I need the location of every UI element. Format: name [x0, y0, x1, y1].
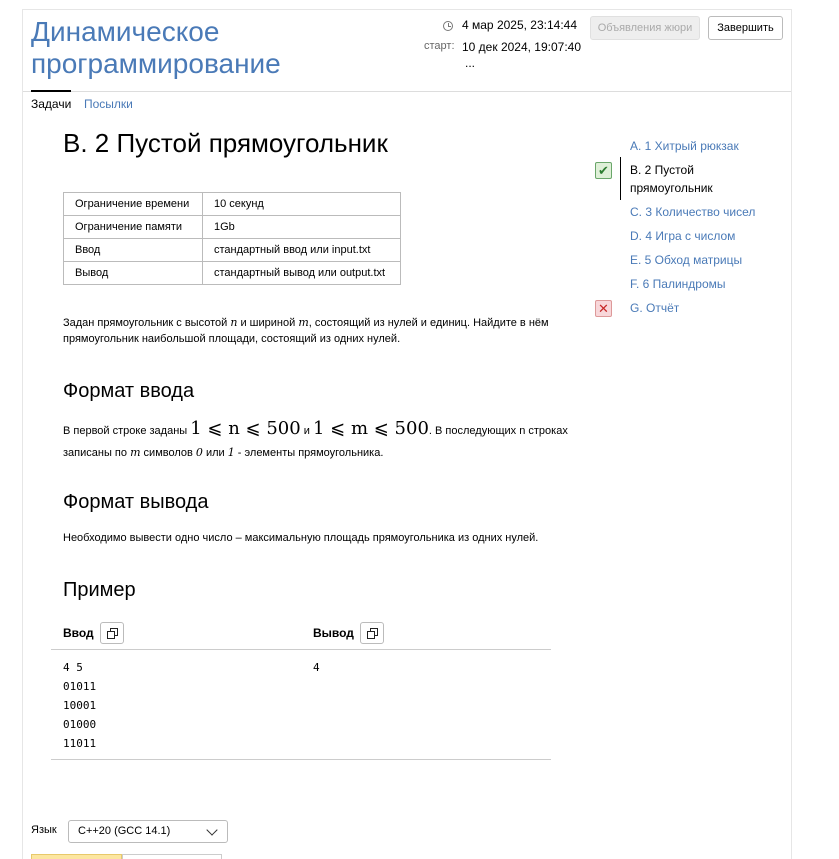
- limit-value: стандартный ввод или input.txt: [202, 238, 401, 262]
- table-row: Ограничение памяти 1Gb: [63, 215, 401, 239]
- limit-value: 10 секунд: [202, 192, 401, 216]
- contest-title: Динамическое программирование: [31, 16, 281, 79]
- language-label: Язык: [31, 824, 57, 836]
- tab-submissions[interactable]: Посылки: [84, 97, 133, 111]
- sidebar-item-b-line2[interactable]: прямоугольник: [630, 179, 713, 197]
- input-format-text: В первой строке заданы 1 ⩽ n ⩽ 500 и 1 ⩽…: [63, 418, 573, 464]
- input-format-heading: Формат ввода: [63, 380, 195, 402]
- char-one: 1: [227, 446, 235, 459]
- submit-tab-text[interactable]: [122, 854, 222, 859]
- output-format-heading: Формат вывода: [63, 491, 209, 513]
- input-text: или: [202, 447, 228, 459]
- copy-output-button[interactable]: [360, 622, 384, 644]
- start-label: старт:: [424, 40, 455, 52]
- example-divider-bottom: [51, 759, 551, 760]
- input-text: символов: [140, 447, 196, 459]
- input-text: и: [300, 425, 313, 437]
- sidebar-item-f[interactable]: F. 6 Палиндромы: [630, 275, 726, 293]
- limit-key: Ограничение памяти: [63, 215, 203, 239]
- accepted-check-icon: ✔: [595, 162, 612, 179]
- start-time: 10 дек 2024, 19:07:40: [462, 40, 582, 54]
- clock-icon: [443, 21, 453, 31]
- example-input: 4 5 01011 10001 01000 11011: [63, 661, 97, 750]
- limit-key: Ввод: [63, 238, 203, 262]
- jury-announcements-button[interactable]: Объявления жюри: [590, 16, 700, 40]
- example-output-label: Вывод: [313, 626, 354, 640]
- ellipsis-more[interactable]: ...: [465, 56, 475, 70]
- limit-value: стандартный вывод или output.txt: [202, 261, 401, 285]
- copy-icon-front: [367, 631, 375, 639]
- sidebar-item-a[interactable]: A. 1 Хитрый рюкзак: [630, 137, 739, 155]
- table-row: Вывод стандартный вывод или output.txt: [63, 261, 401, 285]
- limits-table: Ограничение времени 10 секунд Ограничени…: [63, 192, 401, 285]
- tab-tasks[interactable]: Задачи: [31, 97, 71, 111]
- statement-text: и шириной: [237, 317, 299, 329]
- language-select[interactable]: C++20 (GCC 14.1): [68, 820, 228, 843]
- copy-input-button[interactable]: [100, 622, 124, 644]
- sidebar-item-e[interactable]: E. 5 Обход матрицы: [630, 251, 742, 269]
- example-output: 4: [313, 661, 320, 674]
- header-divider: [23, 91, 791, 92]
- active-problem-indicator: [620, 157, 621, 200]
- current-time: 4 мар 2025, 23:14:44: [462, 18, 578, 32]
- finish-button[interactable]: Завершить: [708, 16, 783, 40]
- example-heading: Пример: [63, 579, 136, 601]
- statement-text: Задан прямоугольник с высотой: [63, 317, 231, 329]
- problem-title: B. 2 Пустой прямоугольник: [63, 128, 388, 158]
- input-text: В первой строке заданы: [63, 425, 191, 437]
- sidebar-item-b[interactable]: B. 2 Пустой: [630, 161, 694, 179]
- limit-value: 1Gb: [202, 215, 401, 239]
- example-input-label: Ввод: [63, 626, 94, 640]
- sidebar-item-g[interactable]: G. Отчёт: [630, 299, 679, 317]
- limit-key: Ограничение времени: [63, 192, 203, 216]
- sidebar-item-d[interactable]: D. 4 Игра с числом: [630, 227, 735, 245]
- sidebar-item-c[interactable]: C. 3 Количество чисел: [630, 203, 755, 221]
- input-text: - элементы прямоугольника.: [234, 447, 384, 459]
- table-row: Ограничение времени 10 секунд: [63, 192, 401, 216]
- submit-tab-file[interactable]: [31, 854, 122, 859]
- active-tab-indicator: [31, 90, 71, 92]
- problem-statement: Задан прямоугольник с высотой n и ширино…: [63, 315, 573, 347]
- char-zero: 0: [195, 446, 203, 459]
- limit-key: Вывод: [63, 261, 203, 285]
- example-divider-top: [51, 649, 551, 650]
- math-n-range: 1 ⩽ n ⩽ 500: [190, 418, 301, 439]
- copy-icon-front: [107, 631, 115, 639]
- table-row: Ввод стандартный ввод или input.txt: [63, 238, 401, 262]
- var-m: m: [298, 316, 309, 329]
- output-format-text: Необходимо вывести одно число – максимал…: [63, 532, 539, 544]
- var-m: m: [130, 446, 141, 459]
- failed-cross-icon: ✕: [595, 300, 612, 317]
- math-m-range: 1 ⩽ m ⩽ 500: [312, 418, 429, 439]
